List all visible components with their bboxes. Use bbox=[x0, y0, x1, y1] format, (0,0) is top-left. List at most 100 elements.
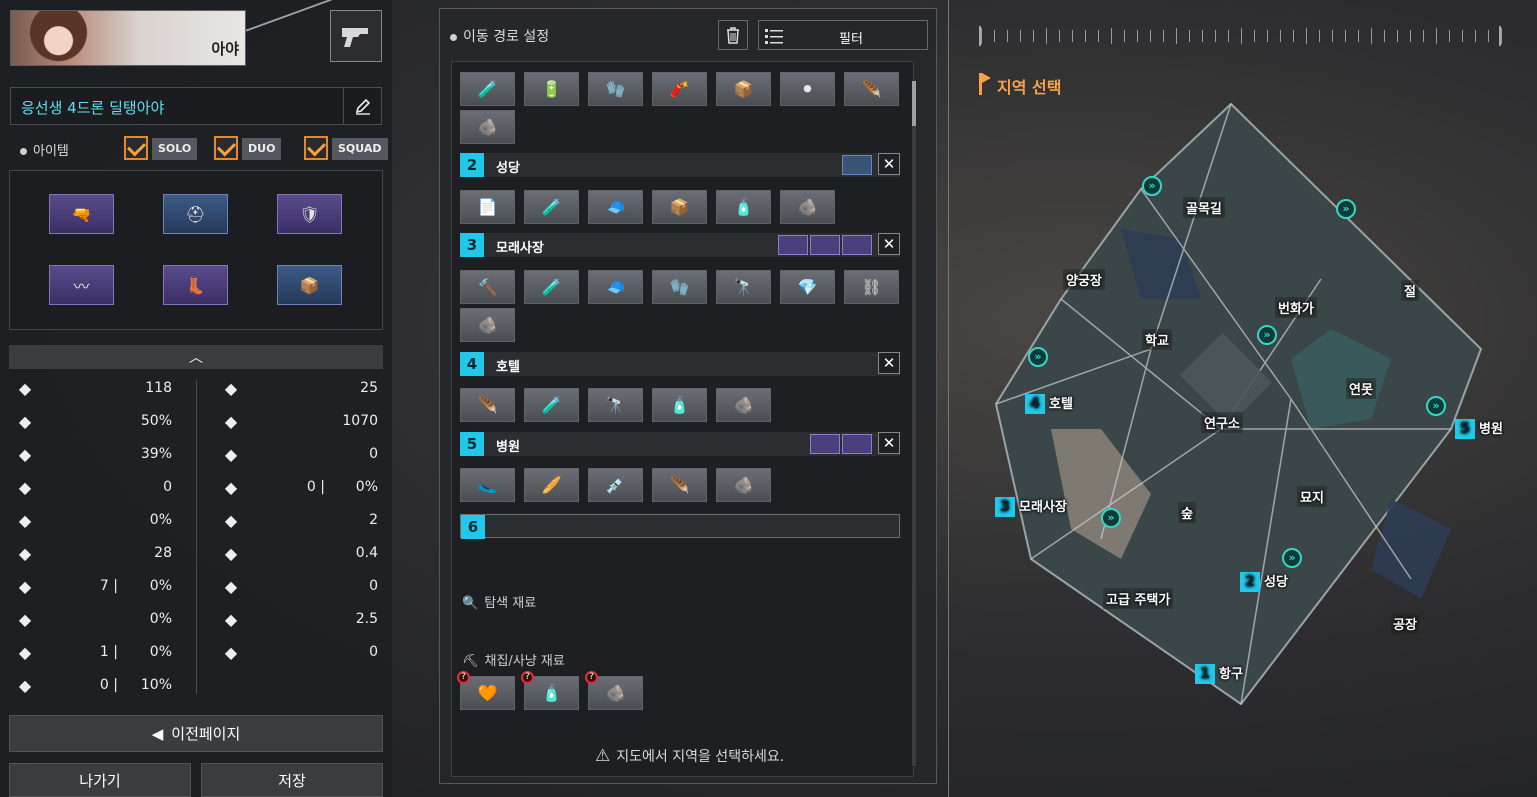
hyperloop-icon[interactable]: » bbox=[1282, 548, 1302, 568]
remove-stop-button[interactable]: ✕ bbox=[878, 352, 900, 374]
glove-icon: 🧤 bbox=[605, 79, 626, 99]
item-slot[interactable]: 🧪 bbox=[524, 270, 579, 304]
item-slot[interactable]: 🪨 bbox=[460, 308, 515, 342]
attack-speed-icon: ◆ bbox=[18, 412, 32, 431]
hyperloop-icon[interactable]: » bbox=[1426, 396, 1446, 416]
item-slot[interactable]: 🪶 bbox=[460, 388, 515, 422]
route-stop-header[interactable]: 3 모래사장 ✕ bbox=[460, 233, 900, 257]
item-slot[interactable]: 📦 bbox=[716, 72, 771, 106]
route-name-bar[interactable]: 응선생 4드론 딜탱아야 bbox=[10, 87, 382, 125]
item-slot[interactable]: 🥿 bbox=[460, 468, 515, 502]
equip-slot-chest[interactable]: 🛡 bbox=[277, 194, 342, 234]
equip-slot-leg[interactable]: 👢 bbox=[163, 265, 228, 305]
item-slot[interactable]: 💉 bbox=[588, 468, 643, 502]
map-region-cemetery[interactable]: 묘지 bbox=[1297, 486, 1327, 507]
map-region-pond[interactable]: 연못 bbox=[1346, 378, 1376, 399]
gather-item-slot[interactable]: ? 🧴 bbox=[521, 671, 579, 710]
item-slot[interactable]: 🔭 bbox=[716, 270, 771, 304]
equipment-grid: 🔫 ⛑ 🛡 〰 👢 📦 bbox=[9, 170, 383, 330]
weapon-type-pistol-icon[interactable] bbox=[330, 10, 382, 62]
item-slot[interactable]: 🧤 bbox=[588, 72, 643, 106]
filter-button[interactable]: 필터 bbox=[758, 20, 928, 50]
map-region-lab[interactable]: 연구소 bbox=[1201, 412, 1243, 433]
map-region-cathedral[interactable]: 2 성당 bbox=[1240, 571, 1288, 592]
map-region-school[interactable]: 학교 bbox=[1142, 329, 1172, 350]
scroll-thumb[interactable] bbox=[912, 81, 916, 126]
save-button[interactable]: 저장 bbox=[201, 763, 383, 797]
item-slot[interactable]: ⛓ bbox=[844, 270, 899, 304]
map-region-factory[interactable]: 공장 bbox=[1390, 613, 1420, 634]
right-stat-row: ◆ 0 | 0% bbox=[220, 477, 388, 499]
route-setting-panel: 이동 경로 설정 필터 🧪 🔋 🧤 🧨 📦 ⚫ 🪶 🪨 2 성당 ✕ 📄 🧪 🧢… bbox=[439, 8, 937, 784]
equip-slot-arm[interactable]: 〰 bbox=[49, 265, 114, 305]
route-stop-header[interactable]: 2 성당 ✕ bbox=[460, 153, 900, 177]
hyperloop-icon[interactable]: » bbox=[1028, 347, 1048, 367]
route-stop-header[interactable]: 4 호텔 ✕ bbox=[460, 352, 900, 376]
route-list-scrollbar[interactable] bbox=[912, 81, 916, 766]
item-slot[interactable]: 🧨 bbox=[652, 72, 707, 106]
route-stop-name: 성당 bbox=[496, 161, 520, 176]
item-slot[interactable]: 🧢 bbox=[588, 270, 643, 304]
map-region-alley[interactable]: 골목길 bbox=[1183, 197, 1225, 218]
previous-page-button[interactable]: ◀ 이전페이지 bbox=[9, 715, 383, 752]
item-slot[interactable]: 🪨 bbox=[780, 190, 835, 224]
map-region-hotel[interactable]: 4 호텔 bbox=[1025, 393, 1073, 414]
hyperloop-icon[interactable]: » bbox=[1336, 199, 1356, 219]
character-portrait[interactable]: 아야 bbox=[10, 10, 246, 66]
item-slot[interactable]: 🔋 bbox=[524, 72, 579, 106]
boots-item-icon: 👢 bbox=[185, 275, 206, 295]
remove-stop-button[interactable]: ✕ bbox=[878, 153, 900, 175]
map-region-beach[interactable]: 3 모래사장 bbox=[995, 496, 1067, 517]
route-stop-header[interactable]: 5 병원 ✕ bbox=[460, 432, 900, 456]
item-slot[interactable]: 🧤 bbox=[652, 270, 707, 304]
map-region-downtown[interactable]: 번화가 bbox=[1275, 297, 1317, 318]
item-slot[interactable]: 💎 bbox=[780, 270, 835, 304]
map-region-harbor[interactable]: 1 항구 bbox=[1195, 663, 1243, 684]
item-slot[interactable]: 🪶 bbox=[652, 468, 707, 502]
route-list[interactable]: 🧪 🔋 🧤 🧨 📦 ⚫ 🪶 🪨 2 성당 ✕ 📄 🧪 🧢 📦 🧴 🪨 3 모래사… bbox=[451, 61, 914, 777]
item-slot[interactable]: 🧪 bbox=[460, 72, 515, 106]
item-slot[interactable]: 🔭 bbox=[588, 388, 643, 422]
left-stat-row: ◆ 0% bbox=[14, 510, 182, 532]
stats-divider bbox=[196, 380, 197, 694]
equip-slot-head[interactable]: ⛑ bbox=[163, 194, 228, 234]
paper-icon: 📄 bbox=[477, 197, 498, 217]
item-slot[interactable]: 🪨 bbox=[460, 110, 515, 144]
item-slot[interactable]: 🪶 bbox=[844, 72, 899, 106]
exit-button[interactable]: 나가기 bbox=[9, 763, 191, 797]
remove-stop-button[interactable]: ✕ bbox=[878, 233, 900, 255]
hyperloop-icon[interactable]: » bbox=[1142, 176, 1162, 196]
map-region-temple[interactable]: 절 bbox=[1401, 280, 1419, 301]
item-slot[interactable]: 🧪 bbox=[524, 388, 579, 422]
ruler-tick bbox=[1423, 30, 1424, 42]
equip-slot-weapon[interactable]: 🔫 bbox=[49, 194, 114, 234]
remove-stop-button[interactable]: ✕ bbox=[878, 432, 900, 454]
hyperloop-icon[interactable]: » bbox=[1257, 325, 1277, 345]
item-slot[interactable]: 🪨 bbox=[716, 388, 771, 422]
map-region-uptown[interactable]: 고급 주택가 bbox=[1103, 588, 1174, 609]
item-slot[interactable]: 🪨 bbox=[716, 468, 771, 502]
map-region-forest[interactable]: 숲 bbox=[1178, 502, 1196, 523]
box-item-icon: 📦 bbox=[299, 275, 320, 295]
item-slot[interactable]: 🧪 bbox=[524, 190, 579, 224]
item-slot[interactable]: 📄 bbox=[460, 190, 515, 224]
item-slot[interactable]: 🧢 bbox=[588, 190, 643, 224]
item-slot[interactable]: 🥖 bbox=[524, 468, 579, 502]
map-region-hospital[interactable]: 5 병원 bbox=[1455, 418, 1503, 439]
collapse-stats-button[interactable]: ︿ bbox=[9, 345, 383, 369]
delete-route-button[interactable] bbox=[718, 20, 748, 50]
hyperloop-icon[interactable]: » bbox=[1101, 508, 1121, 528]
item-slot[interactable]: 📦 bbox=[652, 190, 707, 224]
item-slot[interactable]: 🔨 bbox=[460, 270, 515, 304]
gather-item-slot[interactable]: ? 🧡 bbox=[457, 671, 515, 710]
gather-item-slot[interactable]: ? 🪨 bbox=[585, 671, 643, 710]
item-slot[interactable]: 🧴 bbox=[652, 388, 707, 422]
item-slot[interactable]: 🧴 bbox=[716, 190, 771, 224]
syringe-icon: 💉 bbox=[605, 475, 626, 495]
map-region-archery[interactable]: 양궁장 bbox=[1063, 269, 1105, 290]
edit-route-name-button[interactable] bbox=[343, 88, 381, 124]
route-stop-header-empty[interactable]: 6 bbox=[460, 514, 900, 539]
item-slot[interactable]: ⚫ bbox=[780, 72, 835, 106]
water-bottle-icon: 🧴 bbox=[733, 197, 754, 217]
equip-slot-accessory[interactable]: 📦 bbox=[277, 265, 342, 305]
